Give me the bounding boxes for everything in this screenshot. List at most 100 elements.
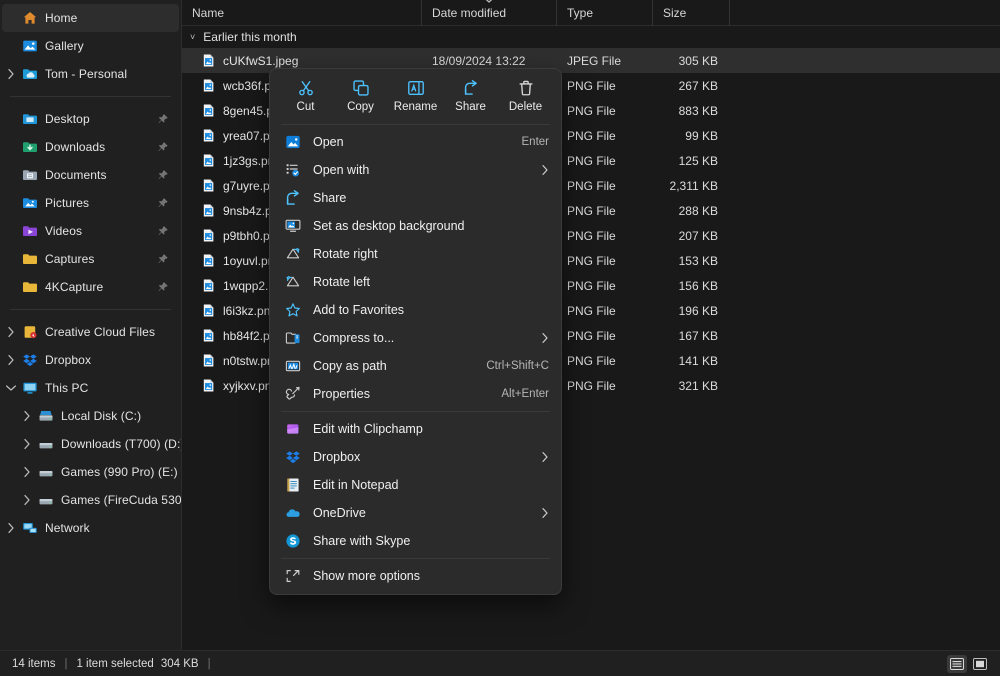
chevron-down-icon[interactable] [2,374,20,402]
image-file-icon [201,278,216,293]
chevron-right-icon[interactable] [2,346,20,374]
properties-icon [284,386,302,402]
menu-item-copy-as-path[interactable]: Copy as path Ctrl+Shift+C [274,352,557,380]
sidebar-item-4kcapture[interactable]: 4KCapture [2,273,179,301]
details-view-button[interactable] [947,654,967,673]
share-button[interactable]: Share [443,75,498,115]
chevron-right-icon[interactable] [2,60,20,88]
menu-item-onedrive[interactable]: OneDrive [274,499,557,527]
cut-button[interactable]: Cut [278,75,333,115]
image-file-icon [201,203,216,218]
status-item-count: 14 items [12,657,56,670]
column-header-date-modified[interactable]: Date modified [422,0,557,26]
column-header-name[interactable]: Name [182,0,422,26]
menu-item-dropbox[interactable]: Dropbox [274,443,557,471]
file-size-cell: 196 KB [678,303,718,318]
sidebar-item-this-pc[interactable]: This PC [2,374,179,402]
rename-button[interactable]: Rename [388,75,443,115]
chevron-right-icon[interactable] [2,318,20,346]
sidebar-item-tom-personal[interactable]: Tom - Personal [2,60,179,88]
pin-icon[interactable] [157,225,169,237]
dropbox-icon [20,352,40,368]
sidebar-item-dropbox[interactable]: Dropbox [2,346,179,374]
context-menu[interactable]: Cut Copy Rename Share Delete Open Enter Open w… [269,68,562,595]
file-size-cell: 125 KB [678,153,718,168]
chevron-right-icon[interactable] [18,458,36,486]
large-icons-view-button[interactable] [970,655,990,673]
pin-icon[interactable] [157,197,169,209]
chevron-placeholder [2,273,20,301]
sidebar-item-games-990-pro-e[interactable]: Games (990 Pro) (E:) [2,458,179,486]
pin-icon[interactable] [157,169,169,181]
menu-item-accelerator: Alt+Enter [501,388,549,400]
sidebar-item-creative-cloud-files[interactable]: Creative Cloud Files [2,318,179,346]
scissors-icon [297,79,315,97]
file-type-cell: PNG File [567,228,616,243]
chevron-right-icon[interactable] [18,402,36,430]
sidebar-item-label: This PC [45,381,89,395]
sidebar-item-gallery[interactable]: Gallery [2,32,179,60]
sidebar-item-downloads-t700-d[interactable]: Downloads (T700) (D:) [2,430,181,458]
column-header-label: Name [192,5,225,20]
pin-icon[interactable] [157,281,169,293]
menu-item-label: Add to Favorites [313,303,405,317]
menu-item-show-more-options[interactable]: Show more options [274,562,557,590]
sidebar-item-network[interactable]: Network [2,514,179,542]
drive-icon [36,436,56,452]
image-file-icon [201,178,216,193]
column-header-type[interactable]: Type [557,0,653,26]
submenu-chevron-icon[interactable] [541,164,549,176]
menu-item-rotate-left[interactable]: Rotate left [274,268,557,296]
menu-item-properties[interactable]: Properties Alt+Enter [274,380,557,408]
chevron-right-icon[interactable] [2,514,20,542]
image-file-icon [201,78,216,93]
menu-item-add-to-favorites[interactable]: Add to Favorites [274,296,557,324]
chevron-right-icon[interactable] [18,430,36,458]
sidebar-item-downloads[interactable]: Downloads [2,133,179,161]
menu-item-label: Show more options [313,569,421,583]
menu-item-accelerator: Ctrl+Shift+C [486,360,549,372]
delete-button[interactable]: Delete [498,75,553,115]
sidebar-item-videos[interactable]: Videos [2,217,179,245]
chevron-placeholder [2,105,20,133]
menu-item-share-with-skype[interactable]: Share with Skype [274,527,557,555]
pin-icon[interactable] [157,113,169,125]
documents-folder-icon [20,167,40,183]
group-header-earlier-this-month[interactable]: ˅ Earlier this month [182,26,1000,48]
file-size-cell: 153 KB [678,253,718,268]
chevron-right-icon[interactable] [18,486,36,514]
sidebar-item-pictures[interactable]: Pictures [2,189,179,217]
sidebar-item-label: Captures [45,252,95,266]
menu-item-rotate-right[interactable]: Rotate right [274,240,557,268]
sidebar-item-local-disk-c[interactable]: Local Disk (C:) [2,402,179,430]
submenu-chevron-icon[interactable] [541,332,549,344]
menu-item-set-as-desktop-background[interactable]: Set as desktop background [274,212,557,240]
sidebar-item-documents[interactable]: Documents [2,161,179,189]
menu-item-share[interactable]: Share [274,184,557,212]
view-mode-buttons [947,654,990,673]
dropbox-icon [284,449,302,465]
status-bar: 14 items | 1 item selected 304 KB | [0,650,1000,676]
menu-item-edit-with-clipchamp[interactable]: Edit with Clipchamp [274,415,557,443]
pin-icon[interactable] [157,141,169,153]
sidebar-item-desktop[interactable]: Desktop [2,105,179,133]
menu-item-label: Rotate left [313,275,370,289]
menu-item-compress-to[interactable]: Compress to... [274,324,557,352]
navigation-pane[interactable]: Home Gallery Tom - Personal Desktop Download… [0,0,182,650]
column-headers[interactable]: Name Date modified Type Size [182,0,1000,26]
column-header-size[interactable]: Size [653,0,730,26]
image-file-icon [201,53,216,68]
menu-item-label: Edit in Notepad [313,478,399,492]
pin-icon[interactable] [157,253,169,265]
sidebar-item-games-firecuda-530-f[interactable]: Games (FireCuda 530) (F:) [2,486,181,514]
copy-button[interactable]: Copy [333,75,388,115]
menu-item-label: Set as desktop background [313,219,465,233]
sidebar-item-home[interactable]: Home [2,4,179,32]
menu-item-accelerator: Enter [521,136,550,148]
menu-item-open[interactable]: Open Enter [274,128,557,156]
submenu-chevron-icon[interactable] [541,507,549,519]
menu-item-edit-in-notepad[interactable]: Edit in Notepad [274,471,557,499]
menu-item-open-with[interactable]: Open with [274,156,557,184]
sidebar-item-captures[interactable]: Captures [2,245,179,273]
submenu-chevron-icon[interactable] [541,451,549,463]
